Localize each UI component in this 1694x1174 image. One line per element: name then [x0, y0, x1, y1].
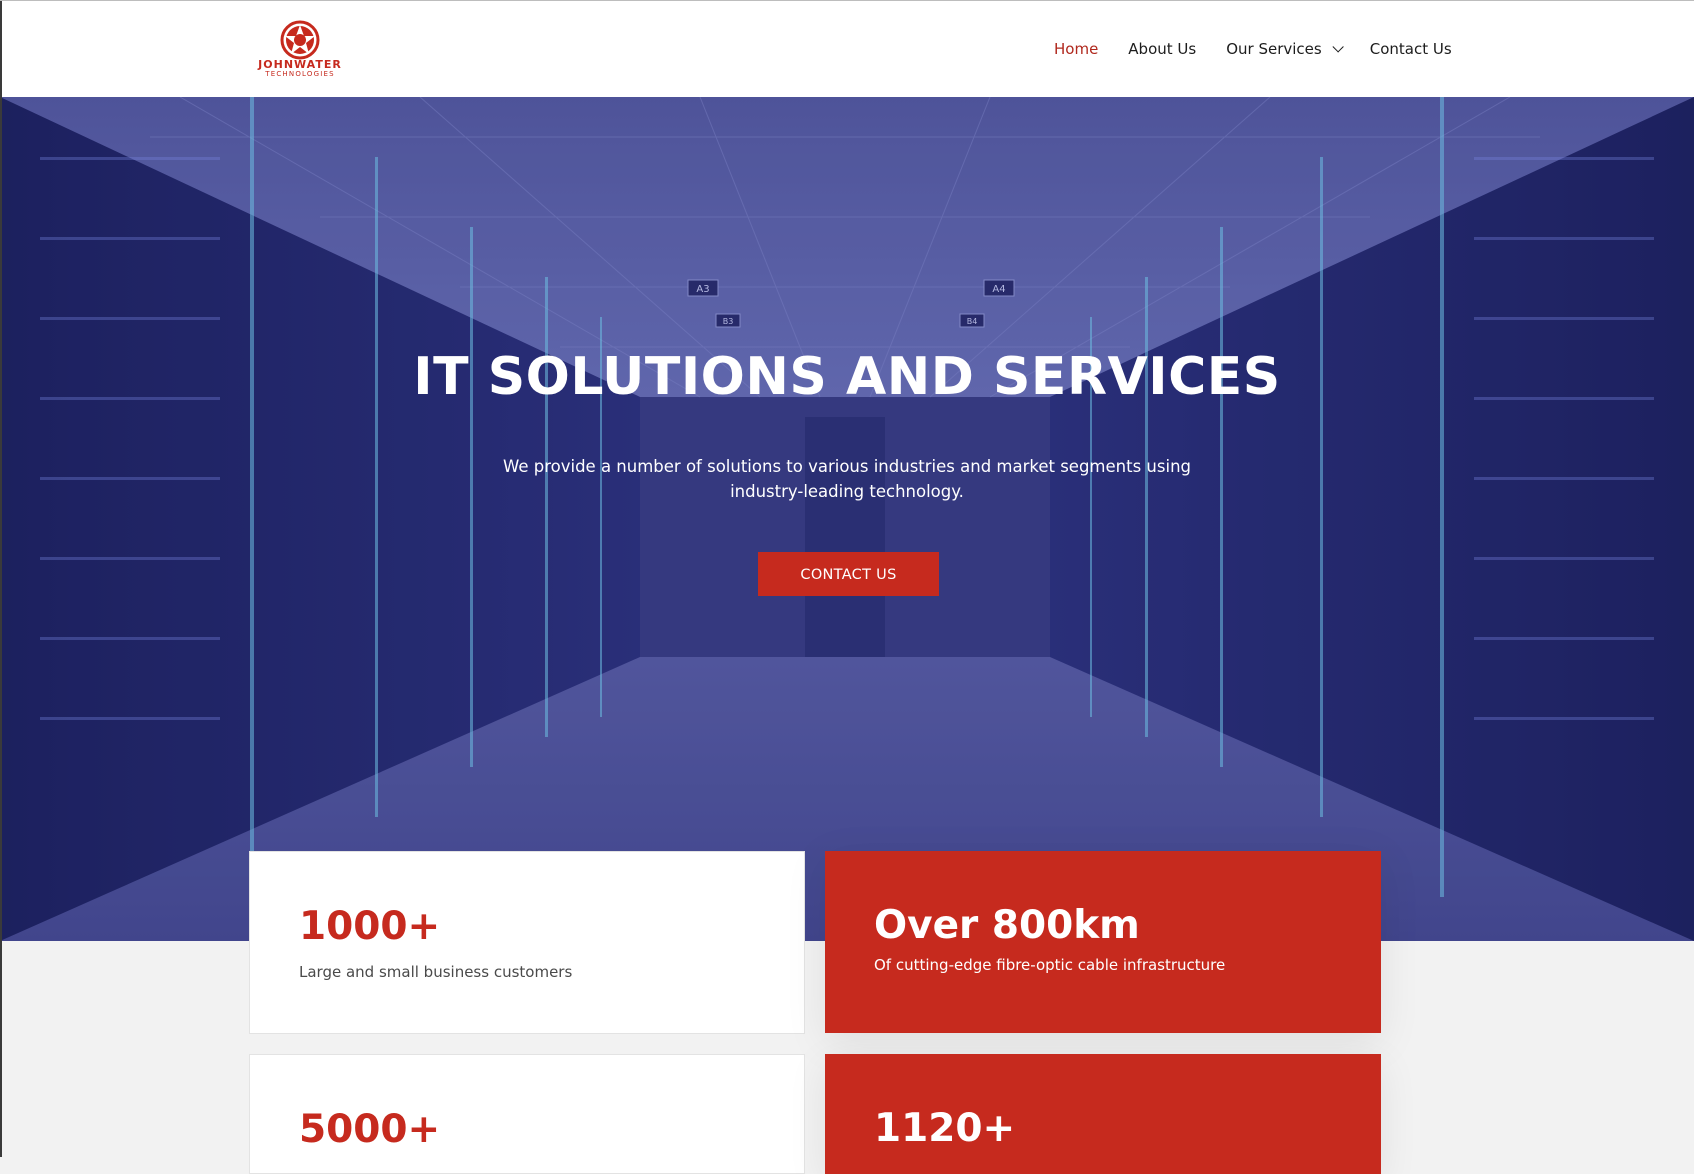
nav-item-label: Our Services — [1226, 40, 1322, 58]
stat-card-fibre: Over 800km Of cutting-edge fibre-optic c… — [825, 851, 1381, 1033]
brand-logo[interactable]: JOHNWATER TECHNOLOGIES — [254, 20, 346, 78]
chevron-down-icon — [1332, 41, 1344, 53]
nav-item-home[interactable]: Home — [1054, 36, 1098, 62]
nav-item-label: About Us — [1128, 40, 1197, 58]
nav-item-our-services[interactable]: Our Services — [1226, 36, 1344, 62]
hero-section: A3 A4 B3 B4 IT SOLUTIONS AND SERVICES We… — [0, 97, 1694, 941]
site-header: JOHNWATER TECHNOLOGIES Home About Us Our… — [0, 0, 1694, 97]
hero-subtitle: We provide a number of solutions to vari… — [503, 457, 1191, 501]
star-logo-icon — [280, 20, 320, 60]
nav-item-about-us[interactable]: About Us — [1128, 36, 1196, 62]
stat-card-third: 5000+ — [249, 1054, 805, 1174]
stat-card-fourth: 1120+ — [825, 1054, 1381, 1174]
hero-overlay — [0, 97, 1694, 941]
hero-title: IT SOLUTIONS AND SERVICES — [413, 347, 1281, 407]
stat-value: 1120+ — [874, 1106, 1016, 1151]
stat-card-customers: 1000+ Large and small business customers — [249, 851, 805, 1034]
nav-item-label: Home — [1054, 40, 1099, 58]
nav-item-contact-us[interactable]: Contact Us — [1370, 36, 1452, 62]
brand-name: JOHNWATER — [258, 58, 342, 71]
window-top-border — [0, 0, 1694, 1]
stat-value: Over 800km — [874, 903, 1140, 948]
stat-value: 1000+ — [299, 904, 441, 949]
main-nav: Home About Us Our Services Contact Us — [1054, 36, 1482, 62]
nav-item-label: Contact Us — [1369, 40, 1452, 58]
stat-description: Of cutting-edge fibre-optic cable infras… — [874, 956, 1226, 974]
stat-value: 5000+ — [299, 1107, 441, 1152]
stat-description: Large and small business customers — [299, 963, 573, 981]
brand-tagline: TECHNOLOGIES — [265, 70, 335, 78]
window-edge — [0, 0, 2, 1157]
contact-us-button[interactable]: CONTACT US — [758, 552, 939, 596]
